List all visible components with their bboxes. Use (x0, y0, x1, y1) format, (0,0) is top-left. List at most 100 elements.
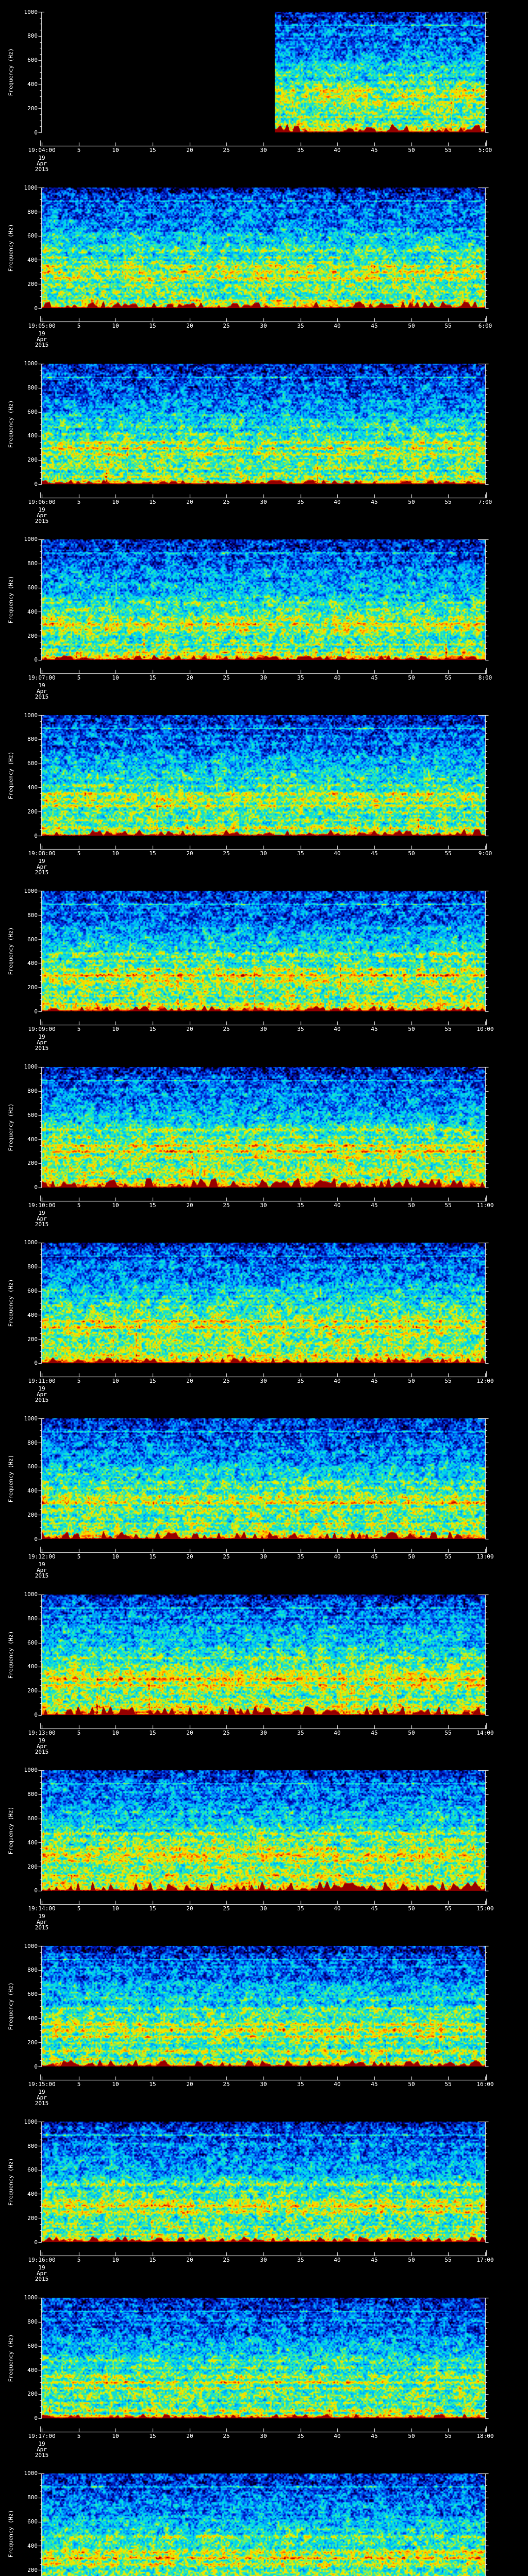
x-tick-label: 10 (112, 147, 119, 154)
date-year: 2015 (35, 342, 49, 349)
x-tick-label: 50 (408, 1201, 415, 1209)
x-tick-label: 40 (334, 323, 341, 330)
y-tick-label: 200 (27, 456, 38, 464)
spectrogram-stack: Frequency (Hz) 1000 800 600 400 200 0 19… (0, 0, 528, 2576)
x-tick-label: 40 (334, 1729, 341, 1736)
x-tick-label: 30 (260, 2257, 267, 2264)
date-label: 19 Apr 2015 (35, 1386, 49, 1403)
x-tick-label: 5 (77, 1026, 81, 1033)
spectrogram-panel: Frequency (Hz) 1000 800 600 400 200 0 19… (0, 1582, 528, 1758)
y-tick-label: 800 (27, 560, 38, 567)
x-end-time-label: 11:00 (476, 1201, 494, 1209)
x-tick-label: 50 (408, 2257, 415, 2264)
x-tick-label: 45 (371, 2081, 378, 2088)
spectrogram-panel: Frequency (Hz) 1000 800 600 400 200 0 19… (0, 1230, 528, 1406)
x-tick-label: 15 (149, 147, 156, 154)
date-year: 2015 (35, 1748, 49, 1755)
y-tick-label: 1000 (24, 2294, 38, 2301)
spectrogram-panel: Frequency (Hz) 1000 800 600 400 200 0 19… (0, 1406, 528, 1583)
x-tick-label: 15 (149, 2432, 156, 2439)
x-tick-label: 5 (77, 1905, 81, 1912)
spectrogram-panel: Frequency (Hz) 1000 800 600 400 200 0 19… (0, 2461, 528, 2576)
x-start-time-label: 19:13:00 (28, 1729, 56, 1736)
x-end-time-label: 7:00 (478, 498, 492, 505)
y-tick-label: 600 (27, 760, 38, 767)
y-axis-title: Frequency (Hz) (7, 1982, 14, 2030)
x-tick-label: 45 (371, 2257, 378, 2264)
date-year: 2015 (35, 2451, 49, 2459)
x-tick-label: 15 (149, 323, 156, 330)
x-tick-label: 35 (297, 1026, 304, 1033)
y-tick-label: 0 (34, 1887, 38, 1894)
date-year: 2015 (35, 517, 49, 524)
y-tick-label: 1000 (24, 1239, 38, 1246)
y-tick-label: 600 (27, 2342, 38, 2349)
x-tick-label: 55 (444, 1377, 452, 1384)
x-tick-label: 30 (260, 1905, 267, 1912)
y-tick-label: 600 (27, 1815, 38, 1822)
x-start-time-label: 19:15:00 (28, 2081, 56, 2088)
x-tick-label: 55 (444, 323, 452, 330)
date-label: 19 Apr 2015 (35, 858, 49, 875)
y-tick-label: 400 (27, 608, 38, 615)
y-tick-label: 800 (27, 1087, 38, 1094)
x-tick-label: 10 (112, 2432, 119, 2439)
date-year: 2015 (35, 1396, 49, 1403)
x-end-time-label: 17:00 (476, 2257, 494, 2264)
y-tick-label: 0 (34, 129, 38, 136)
x-tick-label: 45 (371, 850, 378, 857)
date-label: 19 Apr 2015 (35, 1562, 49, 1579)
y-tick-label: 0 (34, 1008, 38, 1015)
x-tick-label: 15 (149, 1729, 156, 1736)
x-tick-label: 55 (444, 850, 452, 857)
y-tick-label: 200 (27, 1511, 38, 1518)
x-start-time-label: 19:10:00 (28, 1201, 56, 1209)
x-tick-label: 25 (223, 2081, 230, 2088)
x-tick-label: 25 (223, 1905, 230, 1912)
x-start-time-label: 19:06:00 (28, 498, 56, 505)
y-axis-title: Frequency (Hz) (7, 2158, 14, 2206)
y-tick-label: 400 (27, 2366, 38, 2374)
spectrogram-panel: Frequency (Hz) 1000 800 600 400 200 0 19… (0, 527, 528, 703)
x-tick-label: 10 (112, 674, 119, 681)
x-tick-label: 50 (408, 1905, 415, 1912)
x-tick-label: 55 (444, 498, 452, 505)
date-year: 2015 (35, 166, 49, 173)
x-tick-label: 45 (371, 323, 378, 330)
x-tick-label: 55 (444, 1553, 452, 1561)
x-tick-label: 5 (77, 498, 81, 505)
spectrogram-panel: Frequency (Hz) 1000 800 600 400 200 0 19… (0, 351, 528, 528)
y-tick-label: 200 (27, 105, 38, 112)
date-label: 19 Apr 2015 (35, 2089, 49, 2106)
x-tick-label: 20 (186, 323, 193, 330)
x-tick-label: 35 (297, 1905, 304, 1912)
y-tick-label: 400 (27, 432, 38, 439)
y-tick-label: 1000 (24, 1942, 38, 1950)
x-tick-label: 25 (223, 1729, 230, 1736)
x-tick-label: 35 (297, 2257, 304, 2264)
x-tick-label: 25 (223, 323, 230, 330)
y-tick-label: 200 (27, 984, 38, 991)
x-tick-label: 30 (260, 1377, 267, 1384)
x-tick-label: 35 (297, 323, 304, 330)
y-tick-label: 400 (27, 2191, 38, 2198)
x-tick-label: 20 (186, 147, 193, 154)
x-tick-label: 20 (186, 850, 193, 857)
y-axis-title: Frequency (Hz) (7, 224, 14, 272)
y-axis-title: Frequency (Hz) (7, 575, 14, 624)
date-label: 19 Apr 2015 (35, 2265, 49, 2282)
date-label: 19 Apr 2015 (35, 1738, 49, 1755)
x-end-time-label: 16:00 (476, 2081, 494, 2088)
x-tick-label: 15 (149, 498, 156, 505)
x-tick-label: 15 (149, 850, 156, 857)
y-axis-title: Frequency (Hz) (7, 1806, 14, 1855)
y-tick-label: 1000 (24, 1591, 38, 1598)
x-tick-label: 55 (444, 674, 452, 681)
x-tick-label: 45 (371, 1026, 378, 1033)
y-tick-label: 0 (34, 2415, 38, 2422)
date-label: 19 Apr 2015 (35, 155, 49, 172)
x-tick-label: 20 (186, 2257, 193, 2264)
x-tick-label: 45 (371, 1553, 378, 1561)
y-tick-label: 1000 (24, 2470, 38, 2477)
y-tick-label: 200 (27, 632, 38, 639)
